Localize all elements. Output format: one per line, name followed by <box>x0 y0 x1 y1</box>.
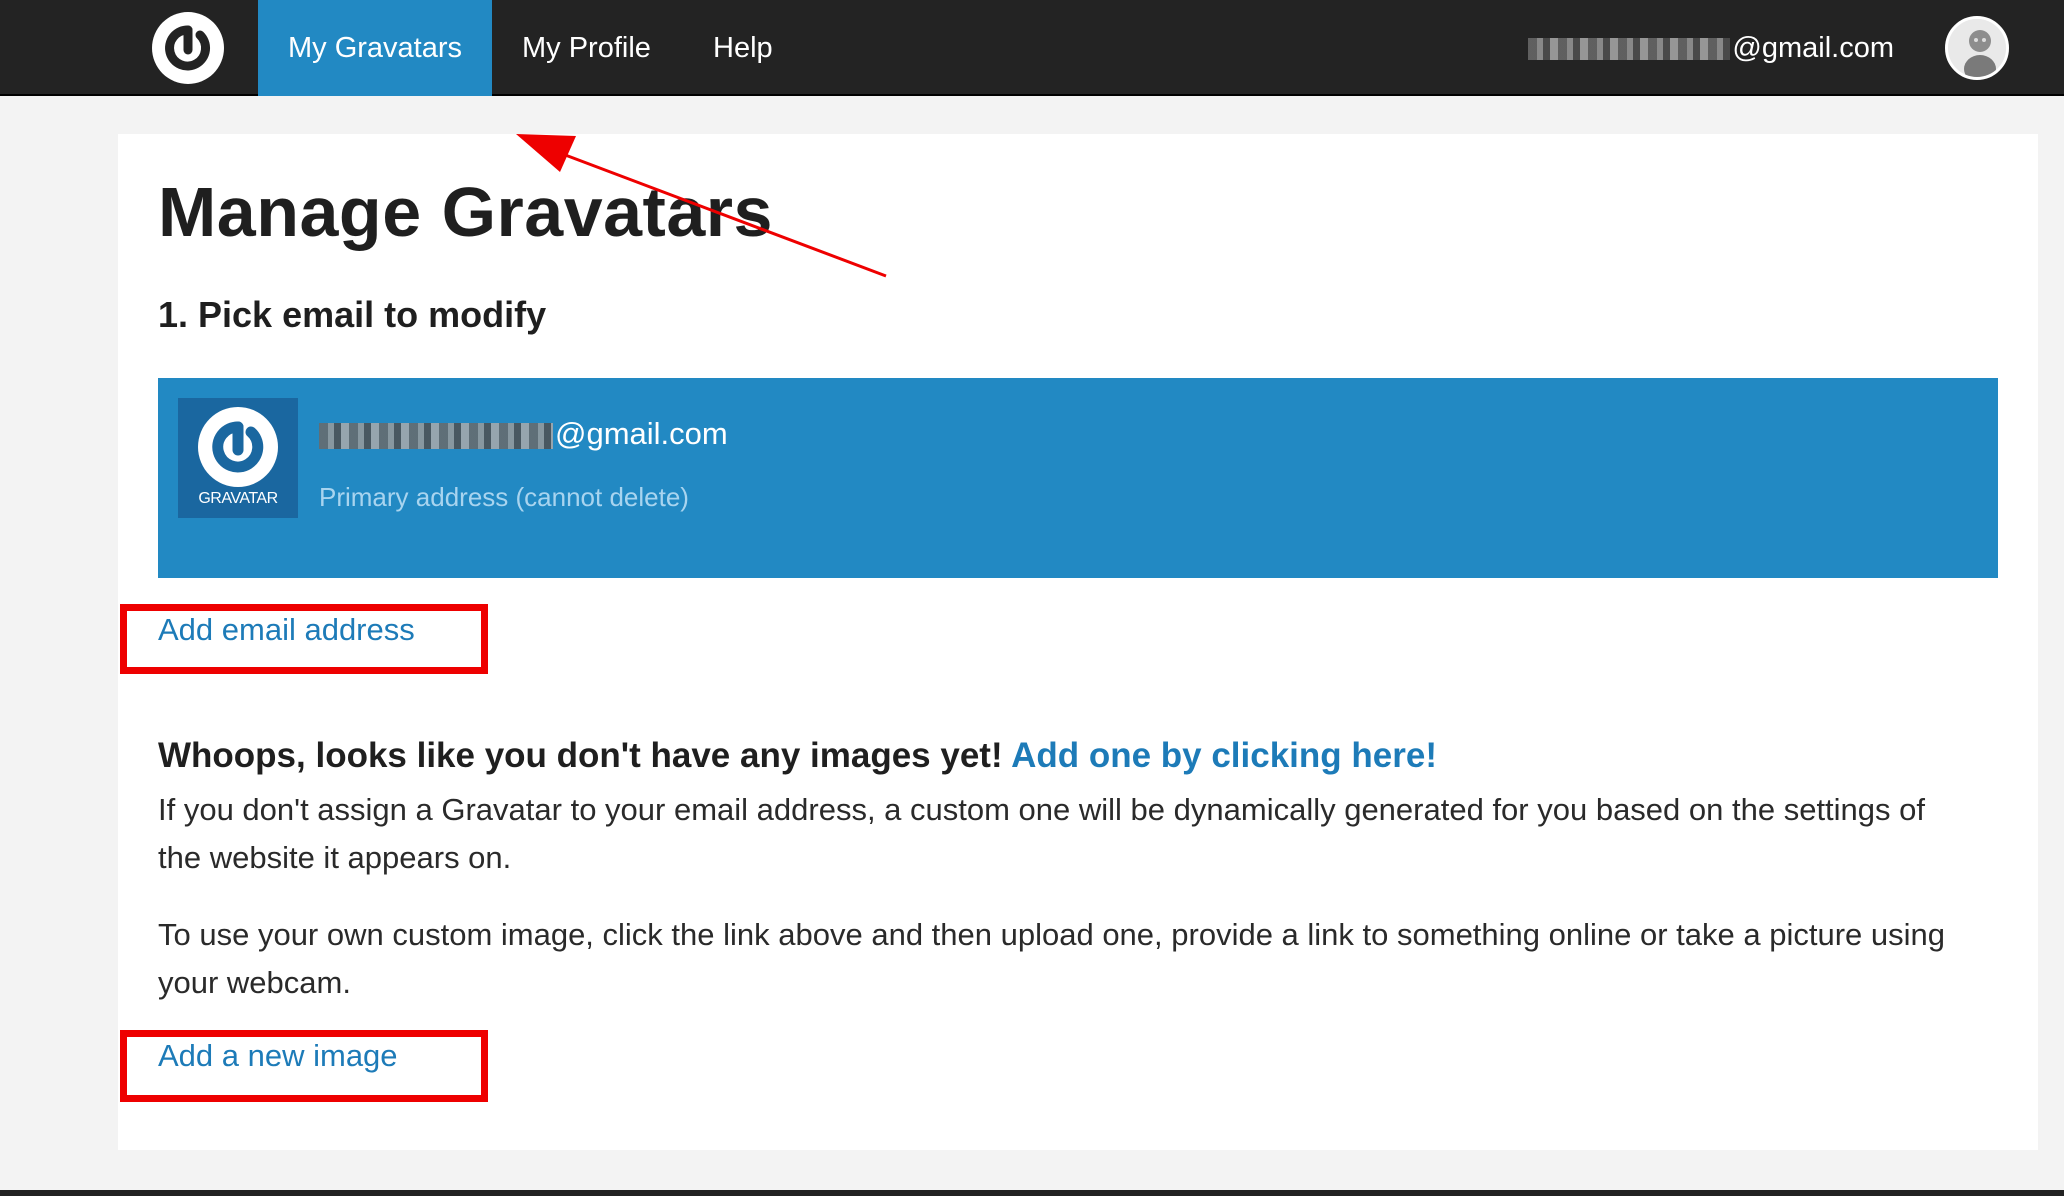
gravatar-logo-icon <box>198 407 278 487</box>
bottom-border <box>0 1190 2064 1196</box>
top-navigation-bar: My Gravatars My Profile Help @gmail.com <box>0 0 2064 96</box>
user-avatar[interactable] <box>1945 16 2009 80</box>
redacted-username <box>1528 38 1731 61</box>
primary-email-address: @gmail.com <box>319 416 728 452</box>
add-image-inline-link[interactable]: Add one by clicking here! <box>1011 736 1437 775</box>
no-images-text: Whoops, looks like you don't have any im… <box>158 736 1003 775</box>
redacted-username <box>319 422 553 449</box>
nav-my-gravatars[interactable]: My Gravatars <box>258 0 492 96</box>
nav-help[interactable]: Help <box>683 0 803 96</box>
primary-email-domain: @gmail.com <box>555 416 728 451</box>
account-email[interactable]: @gmail.com <box>1528 0 1894 96</box>
annotation-box-add-email <box>120 604 488 674</box>
nav-my-profile[interactable]: My Profile <box>492 0 681 96</box>
gravatar-logo-text: GRAVATAR <box>198 490 278 507</box>
page-title: Manage Gravatars <box>158 173 773 251</box>
gravatar-logo-icon[interactable] <box>150 10 226 86</box>
avatar-figure-icon <box>1948 19 2006 77</box>
no-images-heading: Whoops, looks like you don't have any im… <box>158 736 1437 776</box>
primary-email-note: Primary address (cannot delete) <box>319 482 689 512</box>
step-heading: 1. Pick email to modify <box>158 294 547 335</box>
annotation-box-add-image <box>120 1030 488 1102</box>
info-paragraph-default: If you don't assign a Gravatar to your e… <box>158 792 1925 875</box>
account-email-domain: @gmail.com <box>1732 32 1894 64</box>
selected-email-panel[interactable]: GRAVATAR @gmail.com Primary address (can… <box>158 378 1998 578</box>
info-paragraph-custom: To use your own custom image, click the … <box>158 917 1945 1000</box>
gravatar-email-logo: GRAVATAR <box>178 398 298 518</box>
